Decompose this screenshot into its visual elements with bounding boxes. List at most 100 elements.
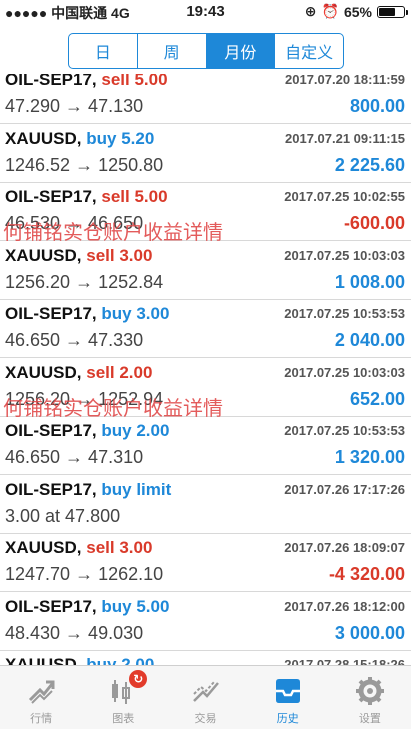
trade-prices: 46.530 → 46.650 bbox=[5, 213, 144, 233]
trade-profit: 3 000.00 bbox=[334, 622, 405, 643]
tab-settings[interactable]: 设置 bbox=[329, 666, 411, 729]
trade-symbol: OIL-SEP17, sell 5.00 bbox=[5, 187, 168, 207]
trade-row[interactable]: OIL-SEP17, sell 5.00 2017.07.25 10:02:55 4… bbox=[0, 183, 411, 241]
chart-badge: ↻ bbox=[129, 670, 148, 688]
trade-profit: -4 320.00 bbox=[328, 564, 405, 584]
trade-prices: 48.430 → 49.030 bbox=[5, 622, 144, 643]
trade-side: buy 3.00 bbox=[101, 304, 170, 323]
trade-row[interactable]: OIL-SEP17, buy limit 2017.07.26 17:17:26 3… bbox=[0, 476, 411, 534]
trade-symbol: XAUUSD, sell 2.00 bbox=[5, 363, 152, 383]
symbol-name: XAUUSD, bbox=[5, 245, 82, 265]
trade-row[interactable]: XAUUSD, sell 3.00 2017.07.25 10:03:03 1256… bbox=[0, 242, 411, 300]
segment-month[interactable]: 月份 bbox=[206, 34, 276, 68]
trade-side: sell 3.00 bbox=[86, 245, 153, 265]
trade-symbol: OIL-SEP17, sell 5.00 bbox=[5, 74, 168, 90]
trade-side: buy limit bbox=[101, 479, 172, 499]
trade-icon bbox=[192, 681, 219, 702]
segment-custom[interactable]: 自定义 bbox=[275, 34, 343, 68]
trade-symbol: OIL-SEP17, buy 5.00 bbox=[5, 597, 169, 617]
history-icon bbox=[275, 679, 300, 703]
symbol-name: OIL-SEP17, bbox=[5, 596, 97, 616]
trade-side: buy 5.20 bbox=[86, 128, 155, 148]
trade-prices: 47.290 → 47.130 bbox=[5, 96, 144, 116]
symbol-name: OIL-SEP17, bbox=[5, 187, 97, 206]
settings-icon bbox=[355, 677, 384, 705]
symbol-name: XAUUSD, bbox=[5, 538, 82, 557]
trade-prices: 46.650 → 47.310 bbox=[5, 447, 144, 467]
symbol-name: OIL-SEP17, bbox=[5, 479, 97, 499]
tab-chart[interactable]: ↻ 图表 bbox=[82, 666, 164, 729]
trade-date: 2017.07.26 18:09:07 bbox=[284, 540, 405, 555]
trade-side: sell 5.00 bbox=[101, 187, 168, 206]
segment-day[interactable]: 日 bbox=[69, 34, 138, 68]
period-selector: 日 周 月份 自定义 bbox=[68, 33, 344, 69]
tab-history-label: 历史 bbox=[276, 713, 299, 725]
trade-side: buy 2.00 bbox=[86, 655, 155, 665]
status-right: ⊕ ⏰ 65% bbox=[304, 3, 408, 20]
trade-prices: 46.650 → 47.330 bbox=[5, 330, 144, 350]
trade-row[interactable]: XAUUSD, buy 5.20 2017.07.21 09:11:15 1246.… bbox=[0, 125, 411, 183]
trade-date: 2017.07.20 18:11:59 bbox=[285, 74, 405, 87]
trade-date: 2017.07.21 09:11:15 bbox=[285, 130, 405, 146]
trade-row[interactable]: XAUUSD, sell 2.00 2017.07.25 10:03:03 1256… bbox=[0, 359, 411, 417]
trade-side: sell 2.00 bbox=[86, 362, 153, 382]
trade-row[interactable]: OIL-SEP17, sell 5.00 2017.07.20 18:11:59 4… bbox=[0, 74, 411, 124]
tab-chart-label: 图表 bbox=[112, 713, 135, 725]
tab-trade-label: 交易 bbox=[194, 713, 217, 725]
tab-trade[interactable]: 交易 bbox=[164, 666, 246, 729]
trade-symbol: XAUUSD, sell 3.00 bbox=[5, 246, 152, 266]
alarm-icon: ⏰ bbox=[321, 3, 339, 19]
trade-profit: 652.00 bbox=[349, 388, 405, 409]
trade-prices: 1246.52 → 1250.80 bbox=[5, 154, 164, 175]
symbol-name: OIL-SEP17, bbox=[5, 74, 97, 89]
trade-prices: 1247.70 → 1262.10 bbox=[5, 564, 164, 584]
symbol-name: XAUUSD, bbox=[5, 362, 82, 382]
trade-date: 2017.07.26 17:17:26 bbox=[284, 481, 405, 497]
trade-row[interactable]: OIL-SEP17, buy 5.00 2017.07.26 18:12:00 48… bbox=[0, 593, 411, 651]
trade-profit: 1 008.00 bbox=[334, 271, 405, 292]
trade-profit: -600.00 bbox=[343, 213, 405, 233]
trade-profit: 800.00 bbox=[349, 96, 405, 116]
symbol-name: OIL-SEP17, bbox=[5, 304, 97, 323]
trade-history-list[interactable]: OIL-SEP17, sell 5.00 2017.07.20 18:11:59 4… bbox=[0, 74, 411, 665]
trade-symbol: OIL-SEP17, buy 3.00 bbox=[5, 304, 169, 324]
trade-side: buy 5.00 bbox=[101, 596, 170, 616]
trade-date: 2017.07.25 10:03:03 bbox=[284, 247, 405, 263]
tab-bar: 行情 ↻ 图表 交易 历史 设置 bbox=[0, 665, 411, 729]
trade-profit: 2 225.60 bbox=[334, 154, 405, 175]
battery-icon bbox=[377, 5, 408, 18]
trade-symbol: OIL-SEP17, buy limit bbox=[5, 480, 171, 500]
trade-date: 2017.07.25 10:53:53 bbox=[284, 423, 405, 438]
trade-date: 2017.07.25 10:02:55 bbox=[284, 189, 405, 204]
trade-symbol: XAUUSD, sell 3.00 bbox=[5, 538, 152, 558]
tab-settings-label: 设置 bbox=[358, 713, 381, 725]
trade-side: sell 5.00 bbox=[101, 74, 168, 89]
battery-percent: 65% bbox=[343, 3, 372, 20]
trade-row[interactable]: XAUUSD, sell 3.00 2017.07.26 18:09:07 1247… bbox=[0, 534, 411, 592]
lock-rotation-icon: ⊕ bbox=[304, 3, 317, 19]
trade-date: 2017.07.25 10:03:03 bbox=[284, 364, 405, 380]
trade-row[interactable]: OIL-SEP17, buy 3.00 2017.07.25 10:53:53 46… bbox=[0, 300, 411, 358]
trade-row[interactable]: XAUUSD, buy 2.00 2017.07.28 15:18:26 bbox=[0, 651, 411, 665]
status-bar: ●●●●● 中国联通 4G 19:43 ⊕ ⏰ 65% bbox=[0, 0, 411, 22]
trade-prices: 1256.20 → 1252.94 bbox=[5, 388, 164, 409]
trade-profit: 2 040.00 bbox=[334, 330, 405, 350]
tab-quotes[interactable]: 行情 bbox=[0, 666, 82, 729]
trade-date: 2017.07.25 10:53:53 bbox=[284, 306, 405, 321]
quotes-icon bbox=[29, 680, 55, 704]
tab-quotes-label: 行情 bbox=[30, 713, 53, 725]
symbol-name: OIL-SEP17, bbox=[5, 421, 97, 440]
trade-symbol: XAUUSD, buy 5.20 bbox=[5, 129, 154, 149]
trade-row[interactable]: OIL-SEP17, buy 2.00 2017.07.25 10:53:53 46… bbox=[0, 417, 411, 475]
segment-week[interactable]: 周 bbox=[138, 34, 207, 68]
trade-prices: 1256.20 → 1252.84 bbox=[5, 271, 164, 292]
trade-prices: 3.00 at 47.800 bbox=[5, 505, 121, 526]
tab-history[interactable]: 历史 bbox=[247, 666, 329, 729]
trade-side: buy 2.00 bbox=[101, 421, 170, 440]
trade-profit: 1 320.00 bbox=[334, 447, 405, 467]
trade-symbol: OIL-SEP17, buy 2.00 bbox=[5, 421, 169, 441]
trade-symbol: XAUUSD, buy 2.00 bbox=[5, 655, 154, 665]
trade-date: 2017.07.28 15:18:26 bbox=[284, 657, 405, 665]
symbol-name: XAUUSD, bbox=[5, 655, 82, 665]
trade-date: 2017.07.26 18:12:00 bbox=[284, 598, 405, 614]
